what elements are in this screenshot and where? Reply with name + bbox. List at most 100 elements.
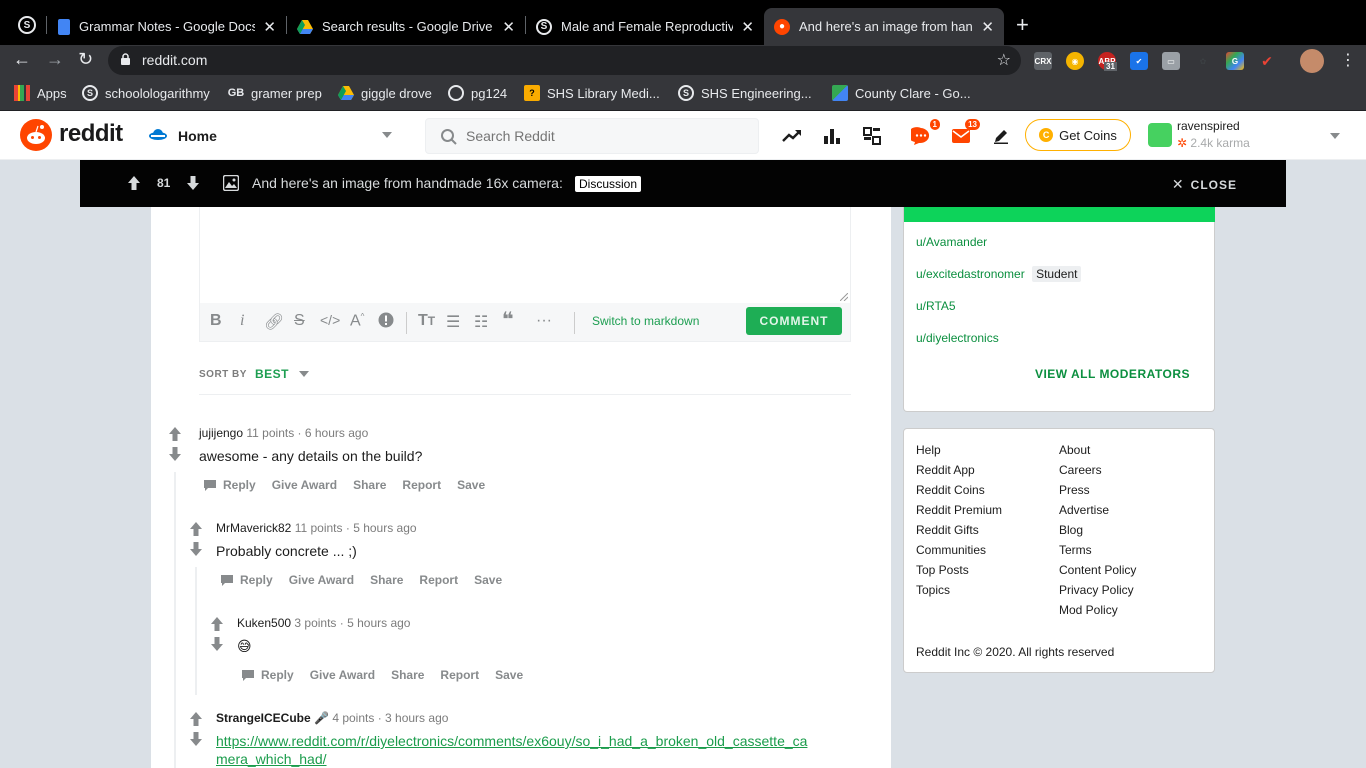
upvote-arrow-icon[interactable]: [168, 426, 182, 442]
feed-dropdown[interactable]: Home: [148, 121, 398, 151]
abp-extension-icon[interactable]: 31 ABP: [1098, 52, 1117, 71]
mail-icon[interactable]: 13: [950, 119, 980, 147]
comment-time[interactable]: 5 hours ago: [347, 616, 410, 630]
color-extension-icon[interactable]: G: [1226, 52, 1244, 70]
strikethrough-icon[interactable]: S: [294, 312, 305, 330]
bookmark-pg124[interactable]: pg124: [448, 85, 507, 101]
upvote-arrow-icon[interactable]: [189, 521, 203, 537]
back-arrow-icon[interactable]: ←: [13, 49, 31, 70]
menu-kebab-icon[interactable]: ⋮: [1340, 50, 1356, 70]
trending-icon[interactable]: [781, 125, 803, 147]
pencil-icon[interactable]: [990, 125, 1012, 147]
close-tab-icon[interactable]: ✕: [741, 18, 754, 36]
bookmark-county-clare[interactable]: County Clare - Go...: [832, 85, 971, 101]
view-all-moderators-link[interactable]: VIEW ALL MODERATORS: [1035, 367, 1190, 381]
downvote-arrow-icon[interactable]: [210, 636, 224, 652]
reload-icon[interactable]: ↻: [78, 49, 93, 70]
reddit-wordmark[interactable]: reddit: [59, 120, 123, 148]
bookmark-star-icon[interactable]: ☆: [997, 50, 1011, 70]
footer-link[interactable]: Mod Policy: [1059, 603, 1118, 617]
chat-icon[interactable]: 1: [910, 119, 940, 147]
user-dropdown[interactable]: ravenspired ✲ 2.4k karma: [1146, 119, 1346, 153]
footer-link[interactable]: Topics: [916, 583, 950, 597]
moderator-link[interactable]: u/diyelectronics: [916, 331, 999, 345]
downvote-arrow-icon[interactable]: [189, 731, 203, 747]
switch-to-markdown-link[interactable]: Switch to markdown: [592, 314, 699, 328]
upvote-arrow-icon[interactable]: [127, 175, 141, 191]
downvote-arrow-icon[interactable]: [186, 175, 200, 191]
footer-link[interactable]: Content Policy: [1059, 563, 1136, 577]
downvote-arrow-icon[interactable]: [168, 446, 182, 462]
reply-button[interactable]: Reply: [220, 573, 273, 587]
close-tab-icon[interactable]: ✕: [981, 18, 994, 36]
give-award-button[interactable]: Give Award: [310, 668, 375, 682]
footer-link[interactable]: Press: [1059, 483, 1090, 497]
save-button[interactable]: Save: [495, 668, 523, 682]
resize-handle-icon[interactable]: [840, 293, 848, 301]
search-input[interactable]: [466, 126, 746, 146]
checklist-extension-icon[interactable]: ✔: [1130, 52, 1148, 70]
schoology-icon[interactable]: S: [18, 16, 36, 34]
footer-link[interactable]: Privacy Policy: [1059, 583, 1134, 597]
footer-link[interactable]: Reddit App: [916, 463, 975, 477]
forward-arrow-icon[interactable]: →: [46, 49, 64, 70]
footer-link[interactable]: Communities: [916, 543, 986, 557]
all-icon[interactable]: [861, 125, 883, 147]
dark-extension-icon[interactable]: ✿: [1194, 52, 1212, 70]
close-tab-icon[interactable]: ✕: [502, 18, 515, 36]
bulleted-list-icon[interactable]: ☰: [446, 312, 460, 332]
footer-link[interactable]: Reddit Premium: [916, 503, 1002, 517]
profile-avatar[interactable]: [1300, 49, 1324, 73]
footer-link[interactable]: Careers: [1059, 463, 1102, 477]
upvote-arrow-icon[interactable]: [189, 711, 203, 727]
share-button[interactable]: Share: [353, 478, 386, 492]
superscript-icon[interactable]: A^: [350, 312, 364, 330]
bookmark-shs-engineering[interactable]: S SHS Engineering...: [678, 85, 812, 101]
report-button[interactable]: Report: [419, 573, 458, 587]
comment-editor[interactable]: B i 🔗︎ S </> A^ TT ☰ ☷ ❝ ··· Switch to m…: [199, 207, 851, 342]
bookmark-schoology[interactable]: S schoolologarithmy: [82, 85, 210, 101]
crx-extension-icon[interactable]: CRX: [1034, 52, 1052, 70]
report-button[interactable]: Report: [440, 668, 479, 682]
check-extension-icon[interactable]: ✔: [1258, 52, 1276, 70]
bookmark-giggle-drove[interactable]: giggle drove: [338, 85, 432, 101]
reddit-logo-icon[interactable]: [20, 119, 52, 151]
report-button[interactable]: Report: [402, 478, 441, 492]
tab-schoology[interactable]: S Male and Female Reproductive ✕: [526, 8, 764, 45]
upvote-arrow-icon[interactable]: [210, 616, 224, 632]
footer-link[interactable]: Reddit Gifts: [916, 523, 979, 537]
sort-dropdown[interactable]: SORT BY BEST: [199, 367, 309, 381]
reply-button[interactable]: Reply: [203, 478, 256, 492]
more-options-icon[interactable]: ···: [536, 312, 552, 330]
get-coins-button[interactable]: C Get Coins: [1025, 119, 1131, 151]
comment-submit-button[interactable]: COMMENT: [746, 307, 842, 335]
inline-code-icon[interactable]: </>: [320, 312, 340, 328]
footer-link[interactable]: Advertise: [1059, 503, 1109, 517]
give-award-button[interactable]: Give Award: [289, 573, 354, 587]
bold-icon[interactable]: B: [210, 312, 222, 330]
moderator-link[interactable]: u/RTA5: [916, 299, 956, 313]
footer-link[interactable]: Help: [916, 443, 941, 457]
numbered-list-icon[interactable]: ☷: [474, 312, 488, 332]
bookmark-gramer-prep[interactable]: GB gramer prep: [228, 85, 322, 101]
thread-line[interactable]: [174, 472, 176, 768]
search-box[interactable]: [425, 118, 759, 154]
thread-line[interactable]: [195, 567, 197, 695]
give-award-button[interactable]: Give Award: [272, 478, 337, 492]
comment-link-continued[interactable]: mera_which_had/: [216, 751, 807, 767]
tab-google-docs[interactable]: Grammar Notes - Google Docs ✕: [48, 8, 286, 45]
moderator-link[interactable]: u/excitedastronomer: [916, 267, 1025, 281]
comment-time[interactable]: 5 hours ago: [353, 521, 416, 535]
comment-time[interactable]: 6 hours ago: [305, 426, 368, 440]
comment-author[interactable]: jujijengo: [199, 426, 243, 440]
bookmark-shs-library[interactable]: ? SHS Library Medi...: [524, 85, 660, 101]
footer-link[interactable]: Blog: [1059, 523, 1083, 537]
downvote-arrow-icon[interactable]: [189, 541, 203, 557]
leaderboard-icon[interactable]: [821, 125, 843, 147]
save-button[interactable]: Save: [457, 478, 485, 492]
tab-reddit-active[interactable]: ● And here's an image from hand ✕: [764, 8, 1004, 45]
share-button[interactable]: Share: [370, 573, 403, 587]
footer-link[interactable]: Top Posts: [916, 563, 969, 577]
post-flair[interactable]: Discussion: [575, 176, 642, 192]
save-button[interactable]: Save: [474, 573, 502, 587]
